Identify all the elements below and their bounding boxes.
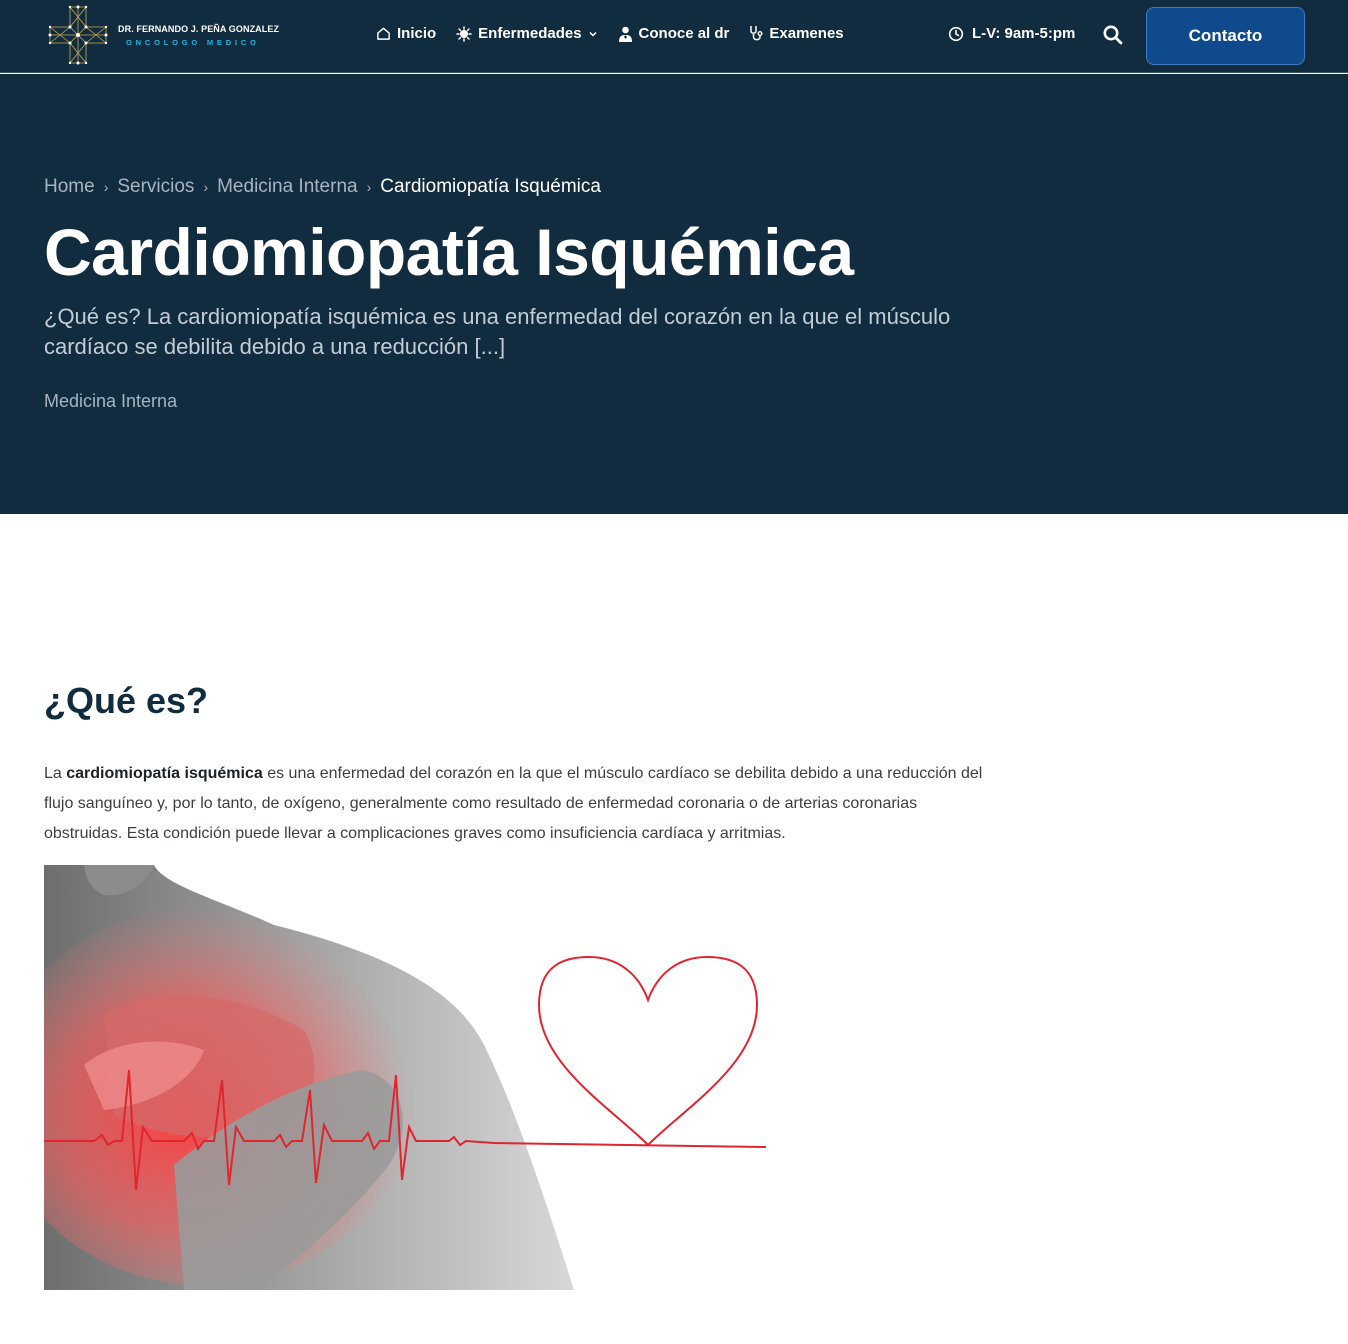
site-logo[interactable]: DR. FERNANDO J. PEÑA GONZALEZ ONCOLOGO M… (46, 3, 279, 67)
breadcrumb-separator: › (366, 179, 372, 195)
doctor-icon (618, 26, 632, 42)
logo-cross-icon (48, 5, 108, 65)
category-link[interactable]: Medicina Interna (44, 391, 177, 412)
breadcrumb-home[interactable]: Home (44, 176, 95, 198)
stethoscope-icon (750, 26, 763, 41)
nav-item-inicio[interactable]: Inicio (376, 25, 436, 42)
hours-text: L-V: 9am-5:pm (972, 25, 1076, 42)
contact-button[interactable]: Contacto (1146, 7, 1305, 65)
breadcrumb-current: Cardiomiopatía Isquémica (380, 176, 601, 197)
breadcrumb-servicios[interactable]: Servicios (117, 176, 194, 198)
site-header: DR. FERNANDO J. PEÑA GONZALEZ ONCOLOGO M… (0, 0, 1348, 73)
logo-text: DR. FERNANDO J. PEÑA GONZALEZ ONCOLOGO M… (118, 24, 279, 47)
logo-subtitle: ONCOLOGO MEDICO (126, 37, 260, 47)
nav-label: Examenes (769, 25, 844, 42)
intro-paragraph: La cardiomiopatía isquémica es una enfer… (44, 759, 984, 849)
nav-label: Inicio (397, 25, 437, 42)
breadcrumb-separator: › (103, 179, 109, 195)
page-excerpt: ¿Qué es? La cardiomiopatía isquémica es … (44, 304, 951, 359)
logo-name: DR. FERNANDO J. PEÑA GONZALEZ (118, 23, 280, 34)
clock-icon (948, 26, 964, 41)
nav-label: Conoce al dr (638, 25, 730, 42)
nav-item-enfermedades[interactable]: Enfermedades (456, 25, 597, 42)
home-icon (377, 27, 390, 40)
chest-pain-heartbeat-image (44, 865, 766, 1290)
breadcrumb: Home › Servicios › Medicina Interna › Ca… (44, 176, 601, 198)
breadcrumb-medicina-interna[interactable]: Medicina Interna (217, 176, 357, 198)
nav-item-examenes[interactable]: Examenes (749, 25, 844, 42)
section-heading: ¿Qué es? (44, 680, 209, 721)
paragraph-lead: La (44, 765, 67, 782)
virus-icon (456, 25, 472, 42)
breadcrumb-separator: › (203, 179, 209, 195)
page-title: Cardiomiopatía Isquémica (44, 215, 854, 289)
main-nav: Inicio Enfermedades Conoce al dr Examene… (376, 25, 844, 42)
paragraph-keyword: cardiomiopatía isquémica (66, 765, 263, 782)
nav-item-conoce-al-dr[interactable]: Conoce al dr (618, 25, 730, 42)
search-button[interactable] (1102, 24, 1124, 46)
opening-hours: L-V: 9am-5:pm (948, 25, 1075, 42)
nav-label: Enfermedades (478, 25, 582, 42)
search-icon (1103, 25, 1123, 45)
page-hero: Home › Servicios › Medicina Interna › Ca… (0, 74, 1348, 514)
chevron-down-icon (589, 31, 597, 37)
